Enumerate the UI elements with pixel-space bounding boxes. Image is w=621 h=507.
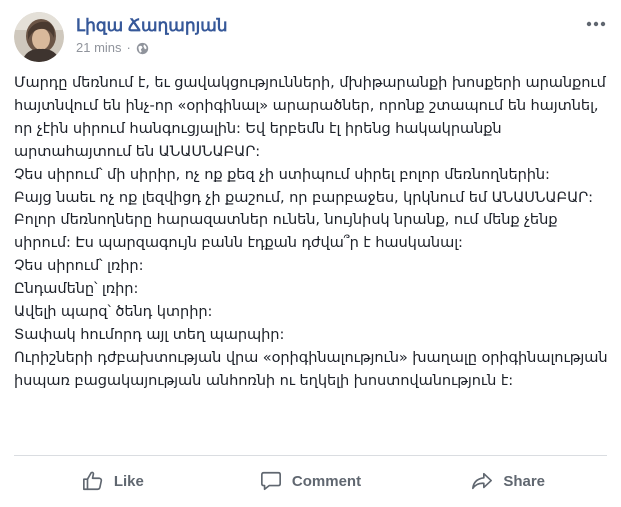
post-paragraph: Բայց նաեւ ոչ ոք լեզվիցդ չի քաշում, որ բա… [14, 188, 594, 252]
like-button[interactable]: Like [14, 458, 212, 504]
post-paragraph: Տափակ հումորդ այլ տեղ պարպիր: [14, 325, 285, 343]
post-paragraph: Մարդը մեռնում է, եւ ցավակցությունների, մ… [14, 74, 606, 160]
comment-icon [260, 471, 281, 491]
separator-dot: · [126, 40, 131, 55]
post-paragraph: Չես սիրում՝ լռիր: [14, 257, 144, 275]
action-bar: Like Comment Share [14, 458, 607, 504]
post-text: Մարդը մեռնում է, եւ ցավակցությունների, մ… [14, 72, 610, 393]
author-name[interactable]: Լիզա Ճաղարյան [76, 16, 228, 36]
post-meta: Լիզա Ճաղարյան 21 mins · [76, 16, 228, 56]
avatar[interactable] [14, 12, 64, 62]
post-paragraph: Ուրիշների դժբախտության վրա «օրիգինալությ… [14, 348, 608, 389]
share-button[interactable]: Share [409, 458, 607, 504]
post-paragraph: Ընդամենը՝ լռիր: [14, 280, 139, 298]
share-label: Share [503, 472, 546, 490]
comment-label: Comment [291, 472, 362, 490]
post-paragraph: Չես սիրում՝ մի սիրիր, ոչ ոք քեզ չի ստիպո… [14, 165, 550, 183]
share-icon [472, 472, 493, 490]
actions-divider [14, 455, 607, 456]
post-paragraph: Ավելի պարզ՝ ծենդ կտրիր: [14, 303, 213, 321]
post-card: Լիզա Ճաղարյան 21 mins · Մարդը մեռնում է,… [0, 0, 621, 507]
comment-button[interactable]: Comment [212, 458, 410, 504]
timestamp[interactable]: 21 mins [76, 40, 122, 56]
thumbs-up-icon [82, 471, 102, 491]
more-options-icon[interactable] [585, 14, 607, 34]
post-subline: 21 mins · [76, 40, 228, 56]
post-header: Լիզա Ճաղարյան 21 mins · [14, 12, 228, 64]
globe-icon[interactable] [136, 42, 149, 55]
like-label: Like [113, 472, 144, 490]
